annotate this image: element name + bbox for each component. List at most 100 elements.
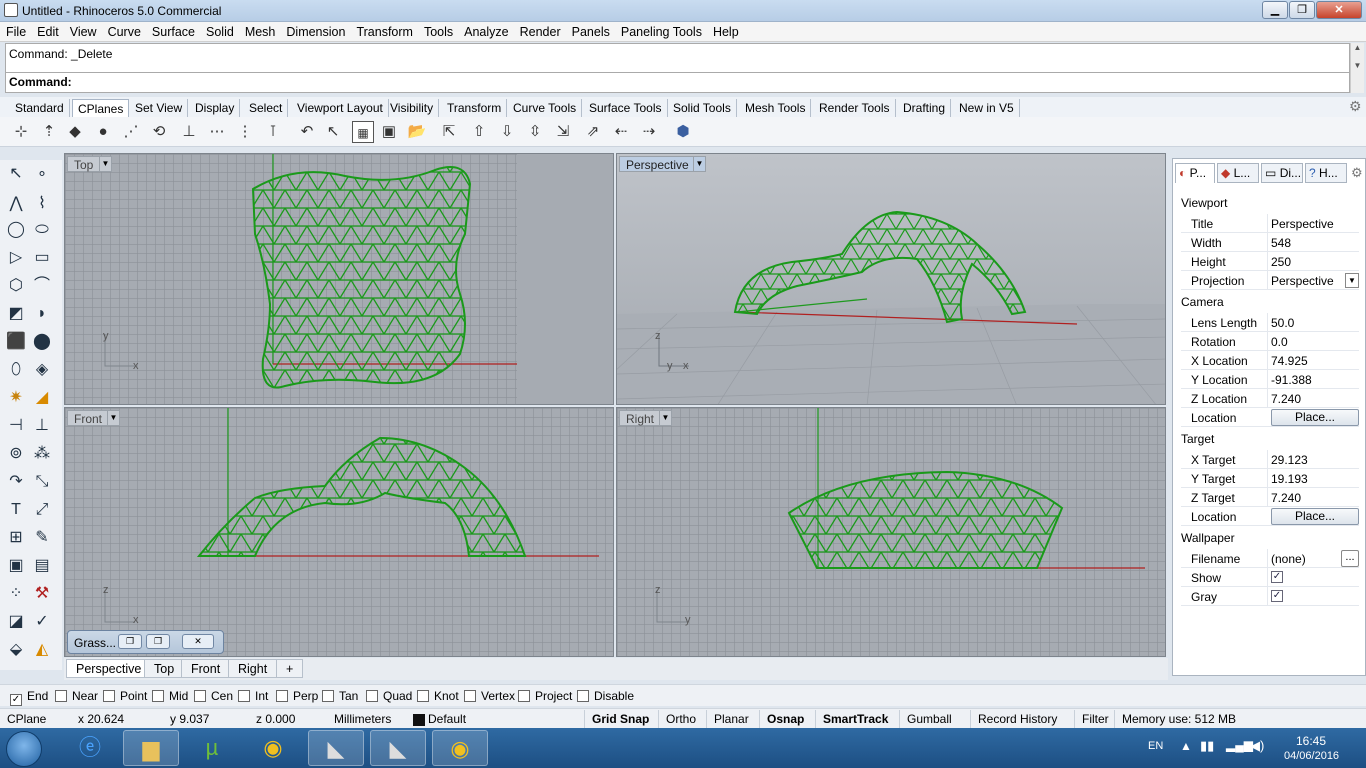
status-cplane[interactable]: CPlane	[7, 712, 46, 726]
cplane-zaxis-icon[interactable]: ⊥	[178, 121, 200, 143]
ortho-toggle[interactable]: Ortho	[658, 710, 703, 728]
vp-tab-right[interactable]: Right	[228, 659, 278, 678]
polyline-icon[interactable]: ⋀	[4, 192, 28, 216]
viewport-label-top[interactable]: Top	[67, 156, 101, 172]
polygon-icon[interactable]: ⬡	[4, 274, 28, 298]
world-front-icon[interactable]: ⇩	[496, 121, 518, 143]
start-button[interactable]	[6, 731, 42, 767]
array-icon[interactable]: ⊞	[4, 526, 28, 550]
prop-z-target[interactable]: Z Target 7.240	[1181, 488, 1359, 507]
world-right-alt-icon[interactable]: ⇢	[638, 121, 660, 143]
tab-set-view[interactable]: Set View	[130, 99, 189, 117]
filter-toggle[interactable]: Filter	[1074, 710, 1116, 728]
osnap-point[interactable]: Point	[103, 689, 147, 703]
grid-snap-toggle[interactable]: Grid Snap	[584, 710, 656, 728]
prop-filename[interactable]: Filename (none)...	[1181, 549, 1359, 568]
grasshopper-minimized-window[interactable]: Grass... ❐ ❐ ✕	[67, 630, 224, 654]
tab-display[interactable]: Display	[190, 99, 241, 117]
clock-date[interactable]: 04/06/2016	[1284, 750, 1339, 762]
status-units[interactable]: Millimeters	[334, 712, 391, 726]
tab-render-tools[interactable]: Render Tools	[814, 99, 896, 117]
tab-layers[interactable]: ◆ L...	[1217, 163, 1259, 183]
prop-rotation[interactable]: Rotation 0.0	[1181, 332, 1359, 351]
rectangle-icon[interactable]: ▭	[30, 246, 54, 270]
tab-drafting[interactable]: Drafting	[898, 99, 952, 117]
menu-analyze[interactable]: Analyze	[458, 22, 513, 39]
menu-view[interactable]: View	[64, 22, 102, 39]
rhino-taskbar-icon-2[interactable]: ◣	[370, 730, 426, 766]
chrome-taskbar-icon[interactable]: ◉	[432, 730, 488, 766]
chevron-down-icon[interactable]: ▼	[659, 410, 672, 426]
material-icon[interactable]: ◭	[30, 638, 54, 662]
curve-icon[interactable]: ⌇	[30, 192, 54, 216]
close-button[interactable]: ✕	[1316, 1, 1362, 19]
grid-array-icon[interactable]: ⁘	[4, 582, 28, 606]
cplane-vertical-icon[interactable]: ⋮	[234, 121, 256, 143]
world-right-icon[interactable]: ⇳	[524, 121, 546, 143]
fillet-icon[interactable]: ⌒	[30, 274, 54, 298]
cplane-xaxis-icon[interactable]: ⋯	[206, 121, 228, 143]
grid-icon[interactable]: ▦	[352, 121, 374, 143]
gear-icon[interactable]: ⚙	[1351, 165, 1363, 181]
record-history-toggle[interactable]: Record History	[970, 710, 1064, 728]
clock-time[interactable]: 16:45	[1296, 734, 1326, 748]
tab-viewport-layout[interactable]: Viewport Layout	[292, 99, 389, 117]
prop-projection[interactable]: Projection Perspective ▼	[1181, 271, 1359, 290]
tab-curve-tools[interactable]: Curve Tools	[508, 99, 583, 117]
osnap-end[interactable]: ✓ End	[10, 689, 48, 706]
split-icon[interactable]: ⊥	[30, 414, 54, 438]
osnap-toggle[interactable]: Osnap	[759, 710, 811, 728]
extrude-icon[interactable]: ⬙	[4, 638, 28, 662]
menu-curve[interactable]: Curve	[102, 22, 146, 39]
tab-select[interactable]: Select	[244, 99, 289, 117]
cplane-undo-icon[interactable]: ↶	[296, 121, 318, 143]
surface-icon[interactable]: ◩	[4, 302, 28, 326]
osnap-project[interactable]: Project	[518, 689, 572, 703]
minimize-button[interactable]: ▁	[1262, 1, 1288, 19]
cplane-elevation-icon[interactable]: ⇡	[38, 121, 60, 143]
prop-title[interactable]: Title Perspective	[1181, 214, 1359, 233]
menu-surface[interactable]: Surface	[146, 22, 200, 39]
cplane-origin-icon[interactable]: ⊹	[10, 121, 32, 143]
osnap-disable[interactable]: Disable	[577, 689, 634, 703]
smarttrack-toggle[interactable]: SmartTrack	[815, 710, 895, 728]
tab-cplanes[interactable]: CPlanes	[72, 99, 130, 117]
tab-properties[interactable]: ◐ P...	[1175, 163, 1215, 183]
explorer-icon[interactable]: ▆	[123, 730, 179, 766]
osnap-tan[interactable]: Tan	[322, 689, 358, 703]
loft-icon[interactable]: ◗	[30, 302, 54, 326]
ellipse-icon[interactable]: ⬭	[30, 218, 54, 242]
world-back-icon[interactable]: ⇲	[552, 121, 574, 143]
triangle-icon[interactable]: ▷	[4, 246, 28, 270]
tab-help[interactable]: ? H...	[1305, 163, 1347, 183]
command-history-scrollbar[interactable]: ▲ ▼	[1350, 43, 1364, 93]
viewport-label-right[interactable]: Right	[619, 410, 662, 426]
prop-y-location[interactable]: Y Location -91.388	[1181, 370, 1359, 389]
world-bottom-icon[interactable]: ⇠	[610, 121, 632, 143]
cplane-curve-icon[interactable]: ⊺	[262, 121, 284, 143]
menu-edit[interactable]: Edit	[31, 22, 64, 39]
rhino-taskbar-icon[interactable]: ◣	[308, 730, 364, 766]
osnap-near[interactable]: Near	[55, 689, 98, 703]
box-icon[interactable]: ⬛	[4, 330, 28, 354]
osnap-perp[interactable]: Perp	[276, 689, 318, 703]
camera-place-button[interactable]: Place...	[1271, 409, 1359, 426]
close-button[interactable]: ✕	[182, 634, 214, 649]
utorrent-icon[interactable]: µ	[184, 730, 240, 766]
named-cplanes-icon[interactable]: ⇱	[438, 121, 460, 143]
cylinder-icon[interactable]: ⬯	[4, 358, 28, 382]
render-icon[interactable]: ◢	[30, 386, 54, 410]
gear-icon[interactable]: ⚙	[1349, 98, 1362, 115]
menu-solid[interactable]: Solid	[200, 22, 239, 39]
dimension-icon[interactable]: ⤢	[30, 498, 54, 522]
cplane-sphere-icon[interactable]: ●	[92, 121, 114, 143]
tab-solid-tools[interactable]: Solid Tools	[668, 99, 737, 117]
bolt-icon[interactable]: ⚒	[30, 582, 54, 606]
projection-dropdown-icon[interactable]: ▼	[1345, 273, 1359, 288]
tray-arrow-icon[interactable]: ▲	[1180, 739, 1192, 753]
prop-height[interactable]: Height 250	[1181, 252, 1359, 271]
point-icon[interactable]: ∘	[30, 162, 54, 186]
maximize-button[interactable]: ❐	[1289, 1, 1315, 19]
osnap-knot[interactable]: Knot	[417, 689, 459, 703]
pen-icon[interactable]: ✎	[30, 526, 54, 550]
